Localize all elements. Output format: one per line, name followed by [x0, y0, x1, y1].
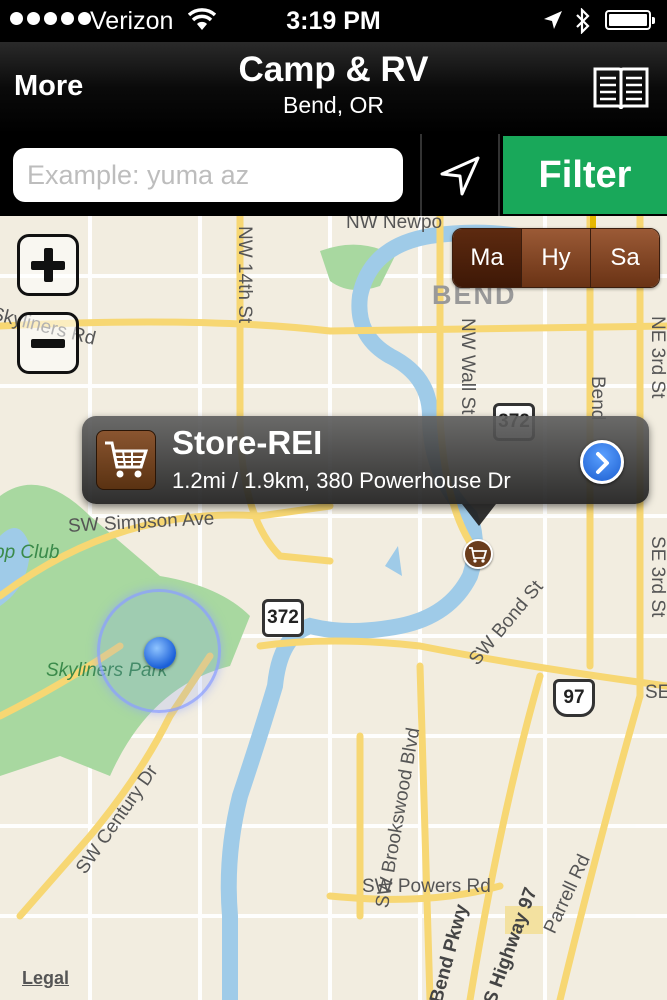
map-type-selector: Ma Hy Sa — [452, 228, 660, 288]
battery-icon — [605, 10, 655, 30]
detail-disclosure-button[interactable] — [580, 440, 624, 484]
location-search-input[interactable] — [13, 148, 403, 202]
zoom-out-button[interactable] — [17, 312, 79, 374]
book-icon[interactable] — [592, 64, 650, 112]
callout-detail: 1.2mi / 1.9km, 380 Powerhouse Dr — [172, 468, 511, 493]
search-bar: Filter — [0, 134, 667, 216]
park-label: pp Club — [0, 542, 60, 563]
store-callout[interactable]: Store-REI 1.2mi / 1.9km, 380 Powerhouse … — [82, 416, 649, 526]
chevron-right-icon — [596, 452, 609, 474]
street-label: NE 3rd St — [647, 316, 667, 399]
legal-link[interactable]: Legal — [22, 968, 69, 989]
street-label: SW Powers Rd — [362, 876, 491, 897]
location-services-icon — [544, 11, 562, 29]
street-label: NW 14th St — [234, 226, 255, 324]
cart-icon — [105, 441, 149, 478]
map-view[interactable]: NW Newpo NW 14th St BEND NW Wall St Skyl… — [0, 216, 667, 1000]
navigation-arrow-icon — [440, 156, 480, 196]
zoom-in-button[interactable] — [17, 234, 79, 296]
street-label: NW Wall St — [457, 318, 478, 415]
filter-button[interactable]: Filter — [503, 136, 667, 214]
location-subtitle: Bend, OR — [283, 92, 384, 118]
street-label: NW Newpo — [346, 216, 443, 233]
highway-372-shield: 372 — [262, 599, 304, 637]
map-type-hybrid[interactable]: Hy — [521, 229, 590, 287]
cart-icon — [469, 547, 488, 563]
highway-97-shield: 97 — [553, 679, 595, 717]
street-label: Bend — [587, 376, 608, 421]
user-location-dot — [144, 637, 176, 669]
page-title: Camp & RV — [238, 50, 429, 89]
current-location-button[interactable] — [420, 134, 500, 216]
status-bar: Verizon 3:19 PM — [0, 0, 667, 42]
navigation-bar: More Camp & RV Bend, OR — [0, 42, 667, 134]
clock: 3:19 PM — [286, 7, 381, 35]
store-map-pin[interactable] — [463, 539, 493, 569]
callout-pointer — [462, 504, 496, 526]
street-label: SE 3rd St — [647, 536, 667, 618]
map-type-satellite[interactable]: Sa — [590, 229, 659, 287]
street-label: SE — [645, 682, 667, 703]
store-thumbnail — [96, 430, 156, 490]
bluetooth-icon — [576, 8, 590, 34]
map-type-map[interactable]: Ma — [453, 229, 521, 287]
callout-title: Store-REI — [172, 424, 323, 461]
